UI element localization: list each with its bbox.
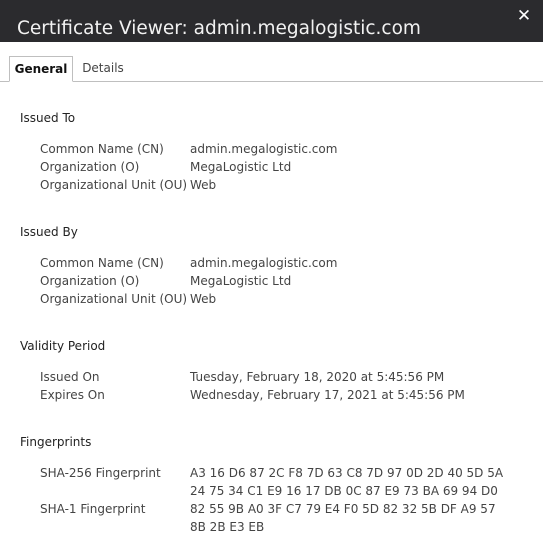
issued-to-org-label: Organization (O)	[40, 160, 140, 174]
issued-by-org-value: MegaLogistic Ltd	[190, 274, 292, 288]
tab-details[interactable]: Details	[78, 56, 128, 80]
issued-to-cn-value: admin.megalogistic.com	[190, 142, 338, 156]
tab-bar: General Details	[0, 56, 543, 82]
issued-on-value: Tuesday, February 18, 2020 at 5:45:56 PM	[190, 370, 445, 384]
issued-by-ou-label: Organizational Unit (OU)	[40, 292, 188, 306]
window-title: Certificate Viewer: admin.megalogistic.c…	[17, 18, 421, 39]
general-panel: Issued To Common Name (CN) admin.megalog…	[0, 82, 543, 550]
issued-to-ou-value: Web	[190, 178, 217, 192]
issued-on-label: Issued On	[40, 370, 100, 384]
close-icon[interactable]: ✕	[512, 4, 536, 28]
sha256-value-line2: 24 75 34 C1 E9 16 17 DB 0C 87 E9 73 BA 6…	[190, 484, 498, 498]
issued-by-cn-label: Common Name (CN)	[40, 256, 164, 270]
expires-on-value: Wednesday, February 17, 2021 at 5:45:56 …	[190, 388, 465, 402]
issued-by-cn-value: admin.megalogistic.com	[190, 256, 338, 270]
issued-by-org-label: Organization (O)	[40, 274, 140, 288]
issued-to-org-value: MegaLogistic Ltd	[190, 160, 292, 174]
validity-heading: Validity Period	[20, 339, 106, 353]
issued-to-heading: Issued To	[20, 111, 76, 125]
title-bar: Certificate Viewer: admin.megalogistic.c…	[0, 0, 543, 42]
fingerprints-heading: Fingerprints	[20, 435, 92, 449]
sha1-value-line2: 8B 2B E3 EB	[190, 520, 265, 534]
sha256-value-line1: A3 16 D6 87 2C F8 7D 63 C8 7D 97 0D 2D 4…	[190, 466, 504, 480]
sha1-label: SHA-1 Fingerprint	[40, 502, 146, 516]
expires-on-label: Expires On	[40, 388, 105, 402]
issued-to-ou-label: Organizational Unit (OU)	[40, 178, 188, 192]
issued-to-cn-label: Common Name (CN)	[40, 142, 164, 156]
sha1-value-line1: 82 55 9B A0 3F C7 79 E4 F0 5D 82 32 5B D…	[190, 502, 496, 516]
issued-by-heading: Issued By	[20, 225, 78, 239]
sha256-label: SHA-256 Fingerprint	[40, 466, 161, 480]
issued-by-ou-value: Web	[190, 292, 217, 306]
tab-general[interactable]: General	[9, 56, 73, 82]
